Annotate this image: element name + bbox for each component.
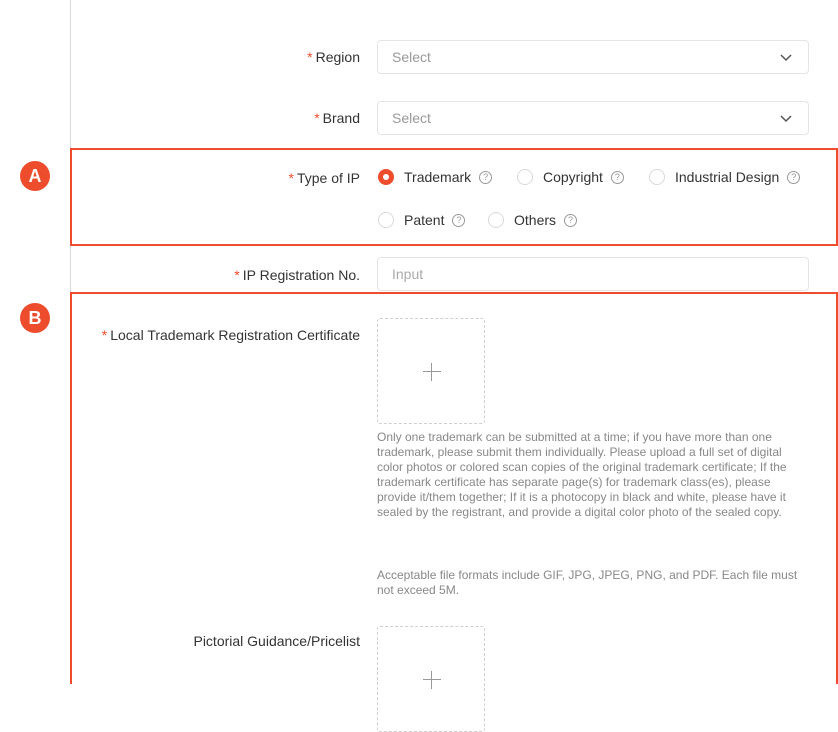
help-icon[interactable]: ? — [479, 170, 493, 184]
brand-placeholder: Select — [392, 110, 431, 126]
certificate-hint-text: Only one trademark can be submitted at a… — [377, 430, 787, 519]
region-placeholder: Select — [392, 49, 431, 65]
radio-others[interactable]: Others ? — [488, 212, 578, 228]
help-icon[interactable]: ? — [564, 213, 578, 227]
radio-unchecked-icon — [488, 212, 504, 228]
chevron-down-icon — [780, 115, 792, 123]
radio-unchecked-icon — [378, 212, 394, 228]
radio-unchecked-icon — [649, 169, 665, 185]
plus-icon — [431, 671, 432, 689]
pictorial-upload-box[interactable] — [377, 626, 485, 732]
radio-patent[interactable]: Patent ? — [378, 212, 466, 228]
annotation-badge-b: B — [20, 303, 50, 333]
chevron-down-icon — [780, 54, 792, 62]
radio-unchecked-icon — [517, 169, 533, 185]
plus-icon — [423, 679, 441, 680]
type-of-ip-label: * Type of IP — [288, 170, 361, 186]
plus-icon — [423, 371, 441, 372]
region-select[interactable]: Select — [377, 40, 809, 74]
region-label: * Region — [307, 49, 360, 65]
ip-registration-input[interactable]: Input — [377, 257, 809, 291]
file-format-hint-text: Acceptable file formats include GIF, JPG… — [377, 568, 798, 597]
radio-checked-icon — [378, 169, 394, 185]
brand-select[interactable]: Select — [377, 101, 809, 135]
ip-registration-placeholder: Input — [392, 266, 424, 282]
radio-industrial-design[interactable]: Industrial Design ? — [649, 169, 801, 185]
help-icon[interactable]: ? — [787, 170, 801, 184]
pictorial-guidance-label: Pictorial Guidance/Pricelist — [193, 633, 360, 649]
certificate-upload-box[interactable] — [377, 318, 485, 424]
help-icon[interactable]: ? — [452, 213, 466, 227]
plus-icon — [431, 363, 432, 381]
brand-label: * Brand — [314, 110, 360, 126]
radio-trademark[interactable]: Trademark ? — [378, 169, 493, 185]
annotation-badge-a: A — [20, 161, 50, 191]
radio-copyright[interactable]: Copyright ? — [517, 169, 624, 185]
ip-registration-label: * IP Registration No. — [234, 267, 360, 283]
local-trademark-certificate-label: * Local Trademark Registration Certificat… — [101, 327, 360, 343]
highlight-box-a — [70, 148, 838, 246]
help-icon[interactable]: ? — [610, 170, 624, 184]
